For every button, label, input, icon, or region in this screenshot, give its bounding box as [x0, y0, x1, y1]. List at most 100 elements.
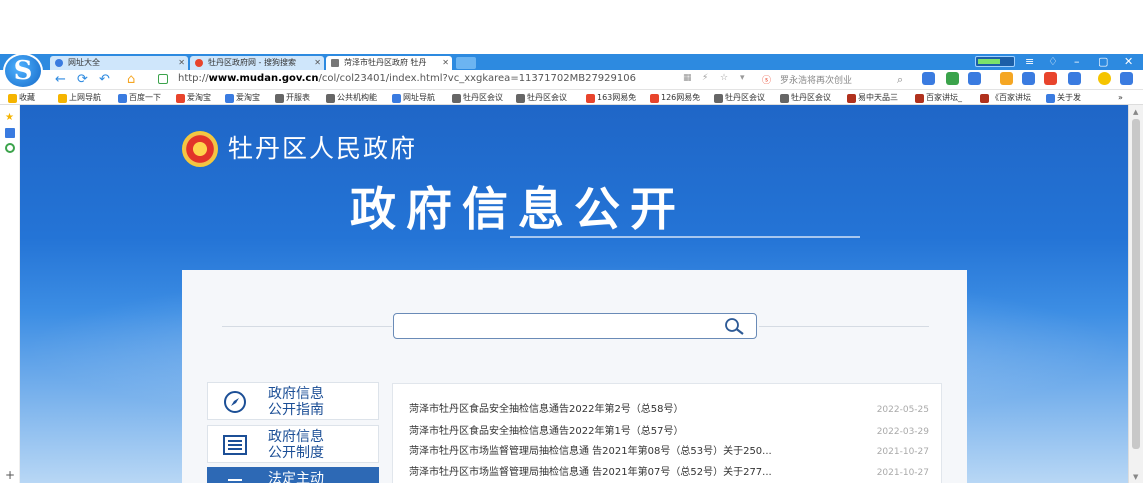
list-item[interactable]: 菏泽市牡丹区市场监督管理局抽检信息通 告2021年第08号（总53号）关于250…	[409, 444, 929, 460]
bookmarks-bar: 收藏 上网导航 百度一下 爱淘宝 爱淘宝 开服表 公共机构能 网址导航 牡丹区会议 牡丹区会议 16…	[0, 91, 1143, 105]
bookmark-item[interactable]: 163网易免	[586, 92, 636, 104]
reading-icon[interactable]	[5, 128, 15, 138]
menu-icon[interactable]: ≡	[1025, 54, 1034, 70]
bookmark-item[interactable]: 收藏	[8, 92, 35, 104]
news-title[interactable]: 菏泽市牡丹区食品安全抽检信息通告2022年第2号（总58号）	[409, 402, 684, 418]
list-item[interactable]: 菏泽市牡丹区食品安全抽检信息通告2022年第1号（总57号） 2022-03-2…	[409, 424, 929, 440]
bookmark-item[interactable]: 126网易免	[650, 92, 700, 104]
bookmark-item[interactable]: 网址导航	[392, 92, 435, 104]
address-hint[interactable]: 罗永浩将再次创业	[780, 73, 852, 86]
search-icon[interactable]	[722, 317, 746, 335]
bookmark-item[interactable]: 关于发	[1046, 92, 1081, 104]
bookmark-item[interactable]: 百度一下	[118, 92, 161, 104]
bookmark-label: 牡丹区会议	[725, 93, 765, 102]
tab-1-label: 网址大全	[68, 58, 100, 67]
national-emblem-icon	[182, 131, 218, 167]
lightning-icon[interactable]: ⚡	[702, 73, 708, 83]
back-icon[interactable]: ←	[55, 72, 66, 88]
document-icon	[228, 479, 242, 481]
news-date: 2022-03-29	[876, 427, 929, 437]
download-icon[interactable]	[1120, 72, 1133, 85]
tab-1-close-icon[interactable]: ✕	[178, 56, 185, 70]
history-icon[interactable]	[5, 143, 15, 153]
bookmark-favicon-icon	[980, 94, 989, 103]
bookmark-label: 爱淘宝	[187, 93, 211, 102]
bookmark-item[interactable]: 牡丹区会议	[452, 92, 503, 104]
url-text[interactable]: http://www.mudan.gov.cn/col/col23401/ind…	[178, 73, 636, 84]
scroll-up-icon[interactable]: ▲	[1133, 108, 1138, 116]
bookmark-item[interactable]: 爱淘宝	[225, 92, 260, 104]
page-content: 牡丹区人民政府 政府信息公开 政府信息 公开指南 政府信息 公开制度 法定主动 …	[20, 105, 1128, 483]
bookmark-item[interactable]: 公共机构能	[326, 92, 377, 104]
tab-1[interactable]: 网址大全 ✕	[50, 56, 188, 70]
bookmark-favicon-icon	[714, 94, 723, 103]
tab-3-label: 菏泽市牡丹区政府 牡丹	[344, 58, 427, 67]
star-icon[interactable]: ☆	[720, 73, 728, 83]
scrollbar-thumb[interactable]	[1132, 119, 1140, 449]
list-item[interactable]: 菏泽市牡丹区市场监督管理局抽检信息通 告2021年第07号（总52号）关于277…	[409, 465, 929, 481]
add-icon[interactable]: +	[5, 469, 15, 481]
bookmark-label: 收藏	[19, 93, 35, 102]
translate-icon[interactable]	[922, 72, 935, 85]
news-title[interactable]: 菏泽市牡丹区市场监督管理局抽检信息通 告2021年第07号（总52号）关于277…	[409, 465, 772, 481]
bookmark-item[interactable]: 爱淘宝	[176, 92, 211, 104]
scissors-icon[interactable]	[968, 72, 981, 85]
browser-chrome: 网址大全 ✕ 牡丹区政府网 - 搜狗搜索 ✕ 菏泽市牡丹区政府 牡丹 ✕ ≡ ♢…	[0, 53, 1143, 105]
guide-statutory-button[interactable]: 法定主动	[207, 467, 379, 483]
download-manager-icon[interactable]	[1068, 72, 1081, 85]
minimize-icon[interactable]: –	[1074, 54, 1080, 70]
close-window-icon[interactable]: ✕	[1124, 54, 1133, 70]
search-input[interactable]	[400, 317, 710, 335]
bookmark-item[interactable]: 百家讲坛_	[915, 92, 962, 104]
bookmarks-more-icon[interactable]: »	[1118, 92, 1123, 104]
guide-system-label: 政府信息 公开制度	[268, 429, 324, 461]
address-search-icon[interactable]: ⌕	[897, 73, 903, 87]
bookmark-item[interactable]: 《百家讲坛	[980, 92, 1031, 104]
grid-icon[interactable]: ▦	[683, 73, 692, 83]
guide-disclosure-line2: 公开指南	[268, 402, 324, 418]
wrench-icon[interactable]	[1022, 72, 1035, 85]
maximize-icon[interactable]: ▢	[1098, 54, 1108, 70]
gov-name[interactable]: 牡丹区人民政府	[228, 129, 417, 165]
news-title[interactable]: 菏泽市牡丹区市场监督管理局抽检信息通 告2021年第08号（总53号）关于250…	[409, 444, 772, 460]
bookmark-label: 百家讲坛_	[926, 93, 962, 102]
news-title[interactable]: 菏泽市牡丹区食品安全抽检信息通告2022年第1号（总57号）	[409, 424, 684, 440]
scroll-down-icon[interactable]: ▼	[1133, 473, 1138, 481]
bookmark-item[interactable]: 上网导航	[58, 92, 101, 104]
search-engine-icon[interactable]: ⓢ	[762, 73, 771, 86]
skin-icon[interactable]: ♢	[1048, 54, 1058, 70]
bookmark-item[interactable]: 牡丹区会议	[516, 92, 567, 104]
tab-2[interactable]: 牡丹区政府网 - 搜狗搜索 ✕	[190, 56, 324, 70]
bookmark-item[interactable]: 易中天品三	[847, 92, 898, 104]
bookmark-favicon-icon	[452, 94, 461, 103]
smile-icon[interactable]	[1098, 72, 1111, 85]
brush-icon[interactable]	[1000, 72, 1013, 85]
bookmark-favicon-icon	[1046, 94, 1055, 103]
new-tab-button[interactable]	[456, 57, 476, 69]
favorites-star-icon[interactable]: ★	[5, 113, 15, 123]
page-scrollbar[interactable]: ▲ ▼	[1128, 105, 1143, 483]
bookmark-item[interactable]: 开服表	[275, 92, 310, 104]
sidebar-strip: ★ +	[0, 105, 20, 483]
bookmark-label: 网址导航	[403, 93, 435, 102]
guide-disclosure-button[interactable]: 政府信息 公开指南	[207, 382, 379, 420]
home-icon[interactable]: ⌂	[127, 72, 135, 88]
security-icon[interactable]	[158, 74, 168, 84]
bookmark-label: 百度一下	[129, 93, 161, 102]
screenshot-icon[interactable]	[946, 72, 959, 85]
refresh-icon[interactable]: ⟳	[77, 72, 88, 88]
guide-system-button[interactable]: 政府信息 公开制度	[207, 425, 379, 463]
chevron-down-icon[interactable]: ▾	[740, 73, 745, 83]
tab-3[interactable]: 菏泽市牡丹区政府 牡丹 ✕	[326, 56, 452, 70]
address-bar: ← ⟳ ↶ ⌂ http://www.mudan.gov.cn/col/col2…	[0, 70, 1143, 90]
browser-logo-icon[interactable]: S	[3, 53, 43, 89]
tab-3-close-icon[interactable]: ✕	[442, 56, 449, 70]
bookmark-item[interactable]: 牡丹区会议	[714, 92, 765, 104]
title-underline	[510, 236, 860, 238]
tab-2-close-icon[interactable]: ✕	[314, 56, 321, 70]
list-item[interactable]: 菏泽市牡丹区食品安全抽检信息通告2022年第2号（总58号） 2022-05-2…	[409, 402, 929, 418]
bookmark-favicon-icon	[118, 94, 127, 103]
bookmark-item[interactable]: 牡丹区会议	[780, 92, 831, 104]
undo-icon[interactable]: ↶	[99, 72, 110, 88]
game-icon[interactable]	[1044, 72, 1057, 85]
